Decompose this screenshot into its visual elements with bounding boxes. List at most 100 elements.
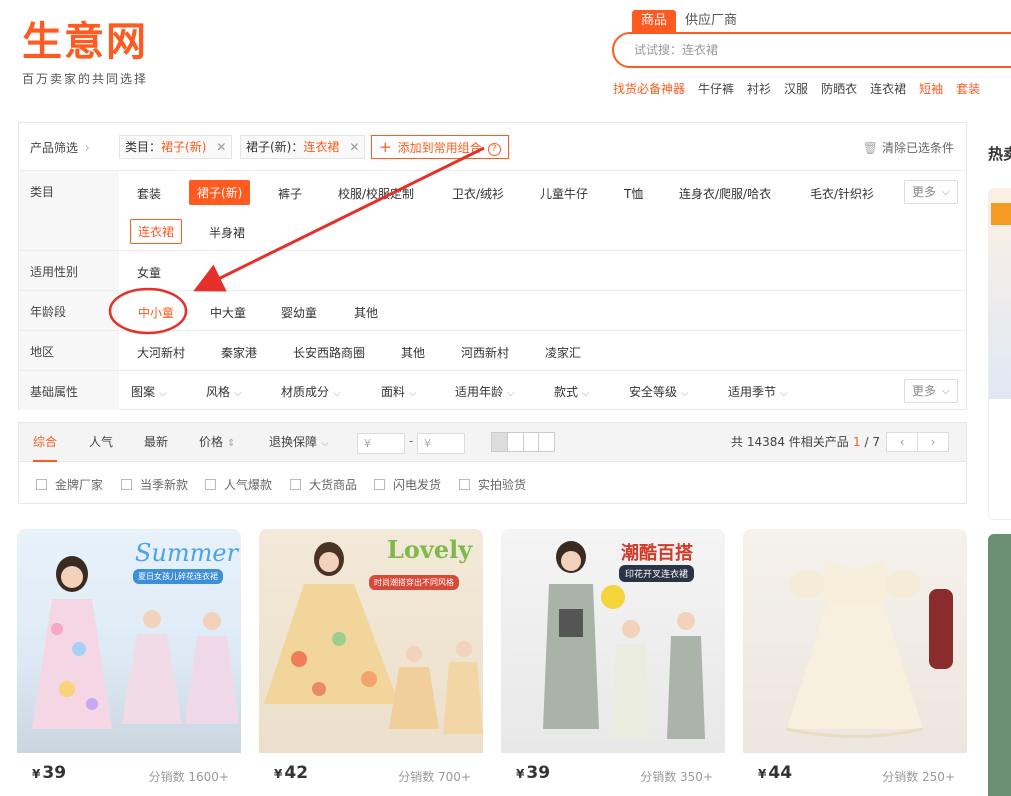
view-grid-icon[interactable]	[492, 433, 508, 451]
attr-material-dropdown[interactable]: 材质成分 ⌵	[281, 383, 341, 400]
price-max-input[interactable]: ¥	[417, 433, 465, 454]
sort-popularity[interactable]: 人气	[89, 423, 113, 461]
page-current: 1	[853, 435, 861, 449]
hot-word-hanfu[interactable]: 汉服	[784, 80, 808, 97]
category-more-button[interactable]: 更多 ⌵	[904, 180, 958, 204]
attr-season-dropdown[interactable]: 适用季节 ⌵	[728, 383, 788, 400]
hot-word-sunscreen[interactable]: 防晒衣	[821, 80, 857, 97]
checkbox-icon	[459, 479, 470, 490]
age-mid-large[interactable]: 中大童	[210, 304, 246, 321]
checkbox-hot[interactable]: 人气爆款	[205, 476, 272, 493]
gender-girl[interactable]: 女童	[137, 264, 161, 281]
sidebar-product-card-2[interactable]	[988, 534, 1011, 796]
product-card[interactable]: ¥44 分销数 250+	[743, 529, 967, 796]
gender-row: 适用性别 女童	[19, 251, 966, 291]
checkbox-label: 实拍验货	[478, 478, 527, 492]
prev-page-button[interactable]: ‹	[886, 432, 918, 452]
product-image[interactable]: 潮酷百搭 印花开叉连衣裙	[501, 529, 725, 753]
checkbox-icon	[121, 479, 132, 490]
region-dahe[interactable]: 大河新村	[137, 344, 185, 361]
product-price: ¥39	[516, 763, 550, 783]
tab-products[interactable]: 商品	[632, 10, 677, 32]
sort-newest[interactable]: 最新	[144, 423, 168, 461]
close-icon[interactable]: ✕	[349, 140, 359, 154]
hot-word-shirt[interactable]: 衬衫	[747, 80, 771, 97]
region-lingjiahui[interactable]: 凌家汇	[545, 344, 581, 361]
chevron-down-icon: ⌵	[234, 388, 242, 399]
return-guarantee-dropdown[interactable]: 退换保障 ⌵	[269, 423, 329, 461]
sidebar-product-card[interactable]	[988, 188, 1011, 520]
product-image[interactable]: Lovely 时尚潮搭穿出不同风格	[259, 529, 483, 753]
product-sales: 分销数 250+	[882, 770, 955, 784]
attr-safety-dropdown[interactable]: 安全等级 ⌵	[629, 383, 689, 400]
product-image[interactable]: Summer 夏日女孩儿碎花连衣裙	[17, 529, 241, 753]
region-changan[interactable]: 长安西路商圈	[293, 344, 365, 361]
chevron-down-icon: ⌵	[941, 185, 950, 198]
selected-filters-row: 产品筛选 › 类目：裙子(新) ✕ 裙子(新)：连衣裙 ✕ + 添加到常用组合? 🗑 清…	[19, 123, 966, 171]
category-sweater[interactable]: 毛衣/针织衫	[810, 185, 874, 202]
hot-word-jeans[interactable]: 牛仔裤	[698, 80, 734, 97]
category-tshirt[interactable]: T恤	[624, 185, 643, 202]
category-romper[interactable]: 连身衣/爬服/哈衣	[679, 185, 771, 202]
category-uniform[interactable]: 校服/校服定制	[338, 185, 414, 202]
subcategory-half-skirt[interactable]: 半身裙	[209, 224, 245, 241]
product-card[interactable]: 潮酷百搭 印花开叉连衣裙 ¥39 分销数 350+	[501, 529, 725, 796]
site-logo[interactable]: 生意网 百万卖家的共同选择	[22, 18, 172, 88]
checkbox-label: 当季新款	[140, 478, 189, 492]
chip-category[interactable]: 类目：裙子(新) ✕	[119, 135, 233, 159]
chip-subcategory[interactable]: 裙子(新)：连衣裙 ✕	[240, 135, 366, 159]
hot-word-tool[interactable]: 找货必备神器	[613, 80, 685, 97]
checkbox-icon	[290, 479, 301, 490]
attr-type-dropdown[interactable]: 款式 ⌵	[554, 383, 590, 400]
add-to-combo-button[interactable]: + 添加到常用组合?	[371, 135, 509, 159]
price-min-input[interactable]: ¥	[357, 433, 405, 454]
attr-age-dropdown[interactable]: 适用年龄 ⌵	[455, 383, 515, 400]
view-large-icon[interactable]	[524, 433, 540, 451]
product-image[interactable]	[743, 529, 967, 753]
attributes-row: 基础属性 图案 ⌵ 风格 ⌵ 材质成分 ⌵ 面料 ⌵ 适用年龄 ⌵ 款式 ⌵ 安全等级 ⌵ 适…	[19, 371, 966, 410]
close-icon[interactable]: ✕	[216, 140, 226, 154]
chip-value: 裙子(新)	[161, 140, 207, 154]
price-value: 39	[526, 763, 551, 783]
attr-pattern-dropdown[interactable]: 图案 ⌵	[131, 383, 167, 400]
chevron-down-icon: ⌵	[681, 388, 689, 399]
sort-default[interactable]: 综合	[33, 423, 58, 462]
checkbox-fast-ship[interactable]: 闪电发货	[374, 476, 441, 493]
category-suit[interactable]: 套装	[137, 185, 161, 202]
attr-fabric-dropdown[interactable]: 面料 ⌵	[381, 383, 417, 400]
category-denim[interactable]: 儿童牛仔	[540, 185, 588, 202]
checkbox-gold-factory[interactable]: 金牌厂家	[36, 476, 103, 493]
product-card[interactable]: Lovely 时尚潮搭穿出不同风格 ¥42 分销数 700+	[259, 529, 483, 796]
hot-word-tshirt[interactable]: 短袖	[919, 80, 943, 97]
search-input[interactable]: 试试搜：连衣裙	[612, 32, 1011, 68]
checkbox-new-season[interactable]: 当季新款	[121, 476, 188, 493]
attr-style-dropdown[interactable]: 风格 ⌵	[206, 383, 242, 400]
help-icon[interactable]: ?	[487, 143, 501, 156]
clear-selection-button[interactable]: 🗑 清除已选条件	[863, 139, 954, 156]
hot-word-dress[interactable]: 连衣裙	[870, 80, 906, 97]
chevron-down-icon: ⌵	[159, 388, 167, 399]
region-other[interactable]: 其他	[401, 344, 425, 361]
subcategory-dress[interactable]: 连衣裙	[130, 219, 183, 244]
region-qinjiagang[interactable]: 秦家港	[221, 344, 257, 361]
view-compact-icon[interactable]	[539, 433, 554, 451]
next-page-button[interactable]: ›	[917, 432, 949, 452]
age-infant[interactable]: 婴幼童	[281, 304, 317, 321]
sort-price[interactable]: 价格 ⇕	[199, 423, 235, 461]
region-hexi[interactable]: 河西新村	[461, 344, 509, 361]
view-list-icon[interactable]	[508, 433, 524, 451]
product-banner-subtitle: 夏日女孩儿碎花连衣裙	[133, 569, 223, 584]
attributes-more-button[interactable]: 更多 ⌵	[904, 379, 958, 403]
category-pants[interactable]: 裤子	[278, 185, 302, 202]
category-hoodie[interactable]: 卫衣/绒衫	[452, 185, 504, 202]
view-mode-toggle[interactable]	[491, 432, 555, 452]
product-card[interactable]: Summer 夏日女孩儿碎花连衣裙 ¥39 分销数 1600+	[17, 529, 241, 796]
category-skirt[interactable]: 裙子(新)	[189, 180, 251, 205]
hot-word-suit[interactable]: 套装	[956, 80, 980, 97]
age-mid-small[interactable]: 中小童	[138, 304, 174, 321]
tab-suppliers[interactable]: 供应厂商	[676, 10, 746, 32]
checkbox-real-photo[interactable]: 实拍验货	[459, 476, 526, 493]
checkbox-bulk[interactable]: 大货商品	[290, 476, 357, 493]
age-other[interactable]: 其他	[354, 304, 378, 321]
region-label: 地区	[19, 331, 119, 370]
